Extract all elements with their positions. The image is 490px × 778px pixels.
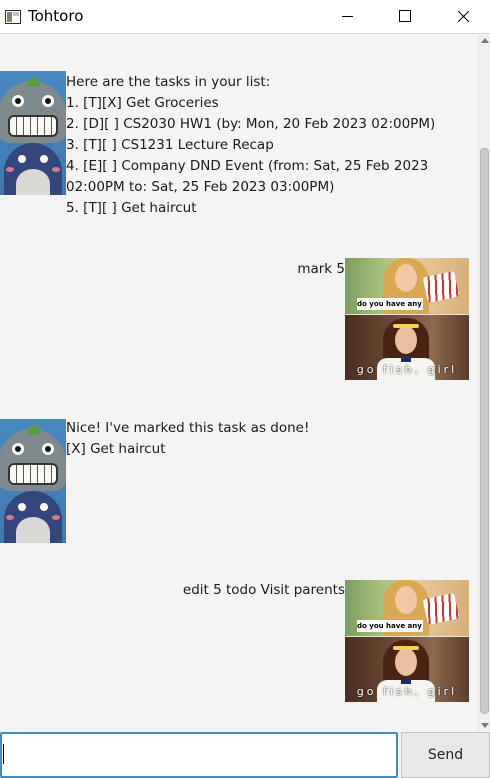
message-line: Nice! I've marked this task as done! — [66, 420, 310, 436]
text-caret — [3, 744, 4, 764]
message-line: 4. [E][ ] Company DND Event (from: Sat, … — [66, 158, 429, 174]
close-icon[interactable] — [440, 0, 486, 34]
totoro-avatar — [0, 71, 66, 195]
bot-message-text: Nice! I've marked this task as done! [X]… — [66, 418, 309, 460]
meme-caption-top: do you have any fours — [357, 620, 423, 632]
message-input[interactable] — [0, 732, 398, 778]
bot-message-text: Here are the tasks in your list: 1. [T][… — [66, 72, 435, 219]
scroll-down-arrow-icon[interactable] — [481, 723, 489, 728]
message-line: 1. [T][X] Get Groceries — [66, 95, 219, 111]
title-bar: Tohtoro — [0, 0, 490, 34]
app-window-icon — [5, 10, 21, 24]
dialog-container: Here are the tasks in your list: 1. [T][… — [0, 35, 478, 731]
input-bar: Send — [0, 731, 490, 778]
meme-caption-bottom: go fish, girl — [356, 363, 458, 376]
window-title: Tohtoro — [28, 7, 84, 25]
message-line: 5. [T][ ] Get haircut — [66, 200, 197, 216]
user-message-text: mark 5 — [297, 261, 345, 277]
user-message-text: edit 5 todo Visit parents — [182, 582, 345, 598]
message-line: Here are the tasks in your list: — [66, 74, 271, 90]
message-line: 02:00PM to: Sat, 25 Feb 2023 03:00PM) — [66, 179, 335, 195]
message-line: 3. [T][ ] CS1231 Lecture Recap — [66, 137, 274, 153]
meme-avatar: do you have any fours go fish, girl — [345, 580, 469, 702]
message-line: [X] Get haircut — [66, 441, 166, 457]
minimize-icon[interactable] — [324, 0, 370, 34]
vertical-scrollbar[interactable] — [478, 35, 490, 731]
totoro-avatar — [0, 419, 66, 543]
meme-avatar: do you have any fours go fish, girl — [345, 258, 469, 380]
meme-caption-bottom: go fish, girl — [356, 685, 458, 698]
scroll-up-arrow-icon[interactable] — [481, 38, 489, 43]
scroll-thumb[interactable] — [480, 148, 489, 714]
send-button[interactable]: Send — [401, 732, 490, 778]
app-window: Tohtoro Here are the tasks in your list:… — [0, 0, 490, 778]
maximize-icon[interactable] — [381, 0, 427, 34]
message-line: 2. [D][ ] CS2030 HW1 (by: Mon, 20 Feb 20… — [66, 116, 436, 132]
meme-caption-top: do you have any fours — [357, 298, 423, 310]
